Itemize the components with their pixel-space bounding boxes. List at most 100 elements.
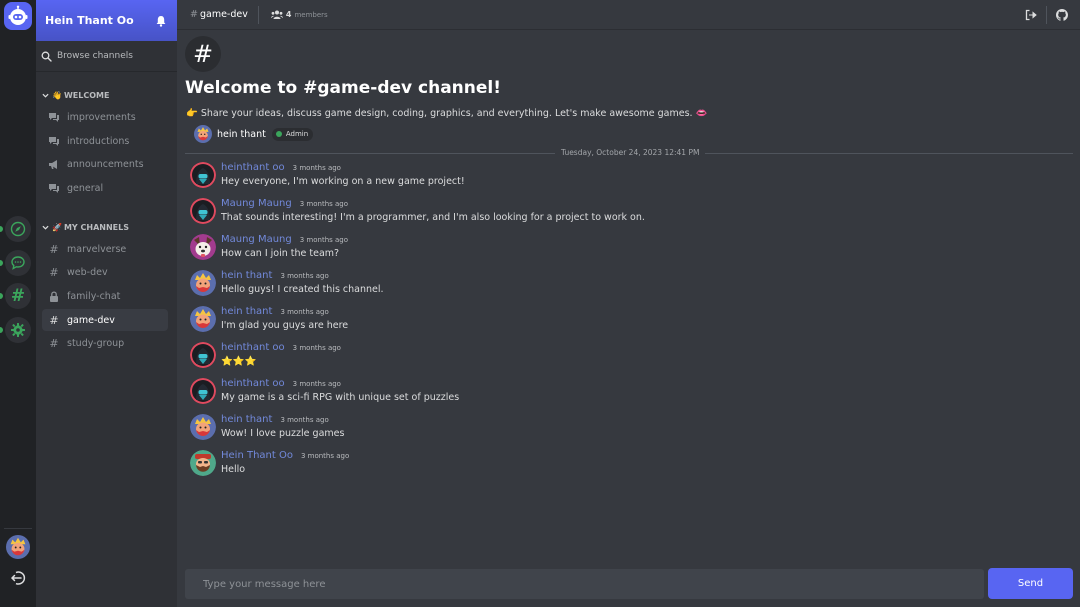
github-icon[interactable] — [1056, 9, 1068, 21]
message: heinthant oo 3 months ago My game is a sc… — [190, 376, 1070, 406]
category-label: MY CHANNELS — [63, 223, 129, 232]
members-icon — [270, 10, 283, 19]
channel-announcements[interactable]: announcements — [42, 153, 168, 175]
hash-icon: # — [49, 242, 59, 256]
browse-channels-button[interactable]: Browse channels — [36, 41, 177, 72]
megaphone-icon — [48, 158, 60, 170]
message-author[interactable]: heinthant oo 3 months ago — [221, 342, 341, 353]
author-avatar[interactable] — [190, 378, 216, 404]
logout-button[interactable] — [9, 569, 27, 587]
warrior-avatar-icon — [6, 535, 30, 559]
author-avatar[interactable] — [190, 306, 216, 332]
channel-hash-avatar: # — [185, 36, 221, 72]
message-time: 3 months ago — [299, 236, 349, 244]
server-rail: # — [0, 0, 36, 607]
message-text: ⭐⭐⭐ — [221, 356, 257, 367]
channel-label: game-dev — [67, 314, 115, 326]
message-author[interactable]: hein thant 3 months ago — [221, 414, 329, 425]
chat-bubble-icon — [11, 256, 25, 270]
message: hein thant 3 months ago Wow! I love puzzl… — [190, 412, 1070, 442]
channel-general[interactable]: general — [42, 177, 168, 199]
channel-game-dev[interactable]: # game-dev — [42, 309, 168, 331]
app-logo[interactable] — [4, 2, 32, 30]
members-button[interactable]: 4 members — [270, 10, 328, 19]
user-header: Hein Thant Oo — [36, 0, 177, 41]
hash-icon: # — [49, 313, 59, 327]
forum-icon — [48, 111, 60, 123]
message-author[interactable]: Maung Maung 3 months ago — [221, 198, 348, 209]
author-avatar[interactable] — [190, 270, 216, 296]
bell-icon[interactable] — [155, 15, 167, 27]
message-text: I'm glad you guys are here — [221, 320, 349, 331]
channel-family-chat[interactable]: family-chat — [42, 285, 168, 307]
message-text: My game is a sci-fi RPG with unique set … — [221, 392, 460, 403]
channel-label: marvelverse — [67, 243, 127, 255]
channel-sidebar: Hein Thant Oo Browse channels 👋 WELCOME … — [36, 0, 177, 607]
settings-button[interactable] — [0, 317, 31, 343]
username: Hein Thant Oo — [45, 14, 134, 27]
sign-out-icon[interactable] — [1025, 9, 1037, 21]
author-avatar[interactable] — [190, 414, 216, 440]
message-time: 3 months ago — [292, 380, 341, 388]
topbar-divider — [1046, 6, 1047, 24]
channels-button[interactable]: # — [0, 283, 31, 309]
author-avatar[interactable] — [190, 198, 216, 224]
channel-label: general — [67, 182, 104, 194]
message-time: 3 months ago — [292, 344, 341, 352]
send-button[interactable]: Send — [988, 568, 1073, 599]
channel-introductions[interactable]: introductions — [42, 130, 168, 152]
topbar-divider — [257, 5, 259, 24]
robot-logo-icon — [8, 5, 28, 25]
chevron-down-icon — [42, 225, 49, 230]
message: heinthant oo 3 months ago ⭐⭐⭐ — [190, 340, 1070, 370]
logout-icon — [10, 571, 26, 585]
channel-label: introductions — [67, 135, 130, 147]
hooded-avatar-icon — [190, 198, 216, 224]
explore-button[interactable] — [0, 216, 31, 242]
channel-study-group[interactable]: # study-group — [42, 332, 168, 354]
warrior-avatar-icon — [190, 414, 216, 440]
author-avatar[interactable] — [190, 234, 216, 260]
channel-label: study-group — [67, 337, 125, 349]
message-author[interactable]: heinthant oo 3 months ago — [221, 162, 341, 173]
message-author[interactable]: Maung Maung 3 months ago — [221, 234, 348, 245]
author-avatar[interactable] — [190, 450, 216, 476]
channel-web-dev[interactable]: # web-dev — [42, 261, 168, 283]
lock-icon — [48, 290, 60, 302]
message-time: 3 months ago — [280, 272, 329, 280]
chevron-down-icon — [42, 93, 49, 98]
category-my-channels[interactable]: 🚀 MY CHANNELS — [36, 223, 129, 232]
message-input[interactable] — [185, 569, 984, 599]
message-text: That sounds interesting! I'm a programme… — [221, 212, 645, 223]
message-author[interactable]: hein thant 3 months ago — [221, 306, 329, 317]
message-text: Hello guys! I created this channel. — [221, 284, 384, 295]
gear-icon — [11, 323, 25, 337]
hash-icon: # — [190, 9, 198, 20]
hooded-avatar-icon — [190, 342, 216, 368]
forum-icon — [48, 182, 60, 194]
message: hein thant 3 months ago Hello guys! I cre… — [190, 268, 1070, 298]
message-text: Wow! I love puzzle games — [221, 428, 345, 439]
admin-badge: Admin — [271, 127, 314, 141]
message-text: Hello — [221, 464, 246, 475]
author-avatar[interactable] — [190, 342, 216, 368]
category-label: WELCOME — [63, 91, 110, 100]
channel-label: improvements — [67, 111, 136, 123]
current-user-avatar[interactable] — [6, 535, 30, 559]
author-avatar[interactable] — [190, 162, 216, 188]
message-text: How can I join the team? — [221, 248, 340, 259]
message-author[interactable]: heinthant oo 3 months ago — [221, 378, 341, 389]
direct-messages-button[interactable] — [0, 250, 31, 276]
hooded-avatar-icon — [190, 378, 216, 404]
member-label: members — [294, 10, 328, 19]
message-author[interactable]: Hein Thant Oo 3 months ago — [221, 450, 349, 461]
current-channel: # game-dev — [190, 9, 248, 20]
message-author[interactable]: hein thant 3 months ago — [221, 270, 329, 281]
dog-avatar-icon — [190, 234, 216, 260]
compass-icon — [10, 221, 26, 237]
date-separator: Tuesday, October 24, 2023 12:41 PM — [185, 148, 1073, 157]
category-welcome[interactable]: 👋 WELCOME — [36, 91, 109, 100]
channel-topbar: # game-dev 4 members — [177, 0, 1080, 30]
channel-improvements[interactable]: improvements — [42, 106, 168, 128]
channel-marvelverse[interactable]: # marvelverse — [42, 238, 168, 260]
